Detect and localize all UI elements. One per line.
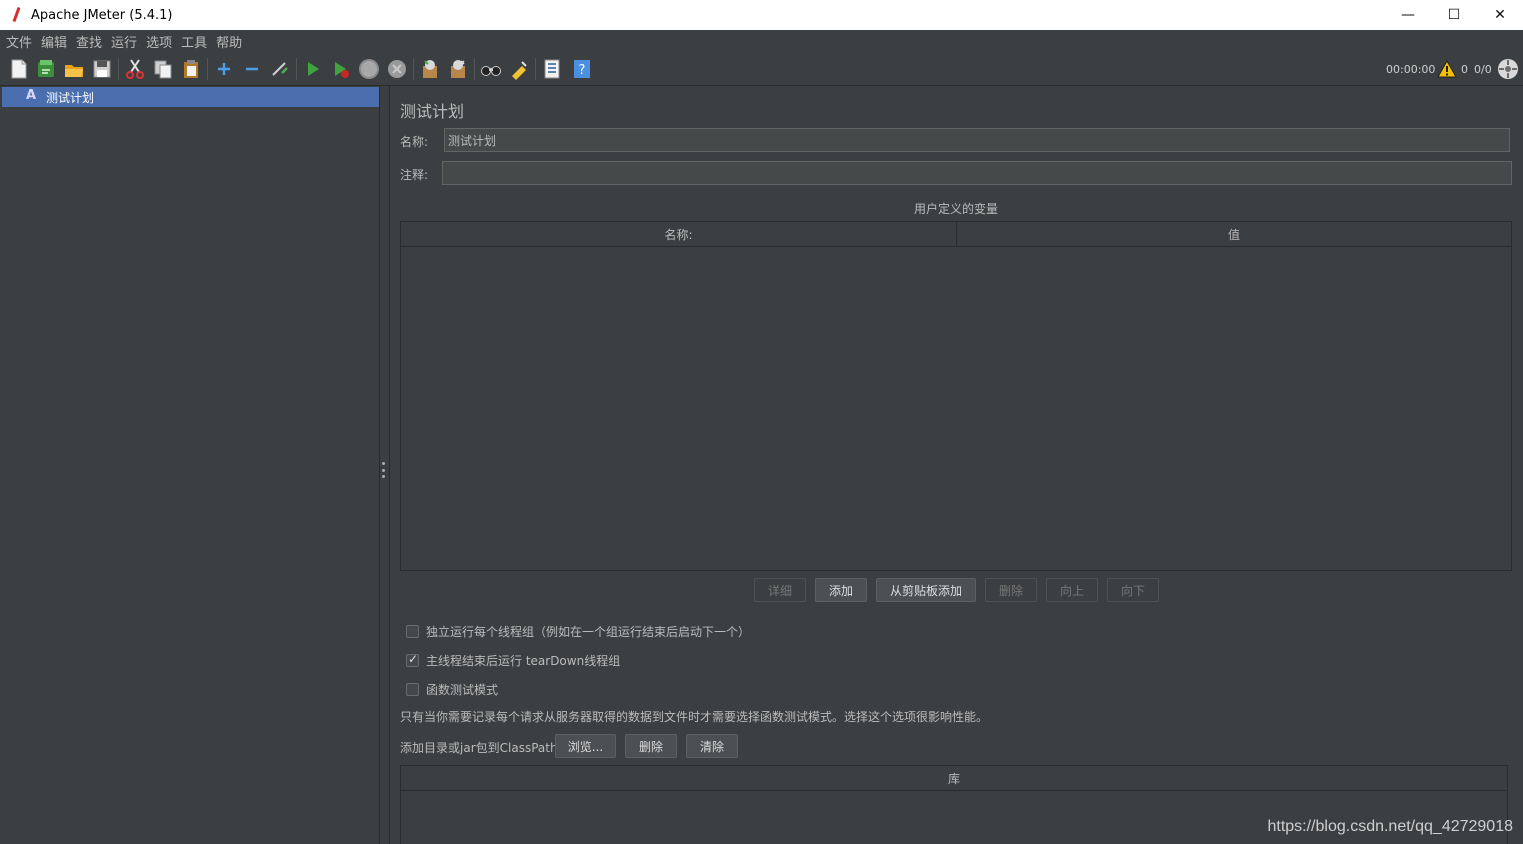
elapsed-timer: 00:00:00	[1386, 62, 1436, 76]
search-icon[interactable]	[480, 58, 502, 80]
clear-all-icon[interactable]	[447, 58, 469, 80]
column-header-name[interactable]: 名称:	[401, 222, 957, 247]
warning-icon[interactable]	[1436, 58, 1458, 80]
serialize-label: 独立运行每个线程组（例如在一个组运行结束后启动下一个）	[426, 625, 751, 639]
functional-mode-checkbox[interactable]	[406, 683, 419, 696]
add-button[interactable]: 添加	[815, 578, 867, 602]
cut-icon[interactable]	[124, 58, 146, 80]
column-header-value[interactable]: 值	[957, 222, 1511, 247]
browse-button[interactable]: 浏览...	[555, 734, 616, 758]
panel-splitter[interactable]	[381, 462, 385, 478]
test-plan-icon	[26, 88, 38, 104]
delete-button[interactable]: 删除	[985, 578, 1037, 602]
toolbar-separator	[474, 58, 475, 80]
functional-mode-note: 只有当你需要记录每个请求从服务器取得的数据到文件时才需要选择函数测试模式。选择这…	[400, 710, 989, 724]
variables-table[interactable]: 名称: 值	[400, 221, 1512, 571]
page-title: 测试计划	[400, 102, 465, 121]
toolbar-separator	[296, 58, 297, 80]
functional-mode-label: 函数测试模式	[426, 683, 499, 697]
minimize-button[interactable]: —	[1385, 0, 1431, 30]
paste-icon[interactable]	[180, 58, 202, 80]
test-plan-editor: 测试计划 名称: 测试计划 注释: 用户定义的变量 名称: 值 详细 添加 从剪…	[389, 86, 1523, 844]
function-helper-icon[interactable]	[541, 58, 563, 80]
serialize-checkbox[interactable]	[406, 625, 419, 638]
active-threads: 0/0	[1474, 62, 1492, 76]
toolbar-separator	[413, 58, 414, 80]
menu-edit[interactable]: 编辑	[41, 32, 67, 51]
menu-run[interactable]: 运行	[111, 32, 137, 51]
column-header-library[interactable]: 库	[401, 766, 1507, 791]
copy-icon[interactable]	[152, 58, 174, 80]
help-icon[interactable]: ?	[571, 58, 593, 80]
close-button[interactable]: ✕	[1477, 0, 1523, 30]
reset-search-icon[interactable]	[508, 58, 530, 80]
collapse-icon[interactable]	[241, 58, 263, 80]
menu-help[interactable]: 帮助	[216, 32, 242, 51]
menu-bar: 文件 编辑 查找 运行 选项 工具 帮助	[0, 30, 1523, 52]
classpath-delete-button[interactable]: 删除	[625, 734, 677, 758]
menu-search[interactable]: 查找	[76, 32, 102, 51]
toolbar: ? 00:00:00 0 0/0	[0, 52, 1523, 86]
teardown-option[interactable]: 主线程结束后运行 tearDown线程组	[406, 652, 620, 669]
new-icon[interactable]	[8, 58, 30, 80]
tree-item-test-plan[interactable]: 测试计划	[2, 87, 379, 107]
test-tree-panel: 测试计划	[0, 86, 380, 844]
watermark: https://blog.csdn.net/qq_42729018	[1267, 818, 1513, 835]
tree-item-label: 测试计划	[46, 90, 95, 105]
move-up-button[interactable]: 向上	[1046, 578, 1098, 602]
detail-button[interactable]: 详细	[754, 578, 806, 602]
add-from-clipboard-button[interactable]: 从剪贴板添加	[876, 578, 976, 602]
window-title: Apache JMeter (5.4.1)	[31, 7, 173, 23]
comment-label: 注释:	[400, 168, 429, 182]
menu-options[interactable]: 选项	[146, 32, 172, 51]
toggle-icon[interactable]	[269, 58, 291, 80]
remote-status-icon[interactable]	[1497, 58, 1519, 80]
maximize-button[interactable]: ☐	[1431, 0, 1477, 30]
functional-mode-option[interactable]: 函数测试模式	[406, 681, 498, 698]
variables-caption: 用户定义的变量	[913, 202, 998, 216]
stop-icon[interactable]	[358, 58, 380, 80]
start-no-pause-icon[interactable]	[330, 58, 352, 80]
expand-icon[interactable]	[213, 58, 235, 80]
svg-text:?: ?	[579, 63, 586, 78]
toolbar-separator	[207, 58, 208, 80]
name-label: 名称:	[400, 135, 429, 149]
move-down-button[interactable]: 向下	[1107, 578, 1159, 602]
menu-tools[interactable]: 工具	[181, 32, 207, 51]
comment-field[interactable]	[442, 161, 1512, 185]
save-icon[interactable]	[91, 58, 113, 80]
serialize-threadgroups-option[interactable]: 独立运行每个线程组（例如在一个组运行结束后启动下一个）	[406, 623, 750, 640]
window-controls: — ☐ ✕	[1385, 0, 1523, 30]
jmeter-feather-icon	[12, 7, 22, 23]
title-bar: Apache JMeter (5.4.1) — ☐ ✕	[0, 0, 1523, 30]
teardown-checkbox[interactable]	[406, 652, 419, 667]
teardown-label: 主线程结束后运行 tearDown线程组	[426, 654, 621, 668]
warning-count: 0	[1461, 62, 1468, 76]
classpath-clear-button[interactable]: 清除	[686, 734, 738, 758]
templates-icon[interactable]	[35, 58, 57, 80]
name-field[interactable]: 测试计划	[444, 128, 1510, 152]
open-icon[interactable]	[63, 58, 85, 80]
toolbar-separator	[118, 58, 119, 80]
clear-icon[interactable]	[419, 58, 441, 80]
classpath-label: 添加目录或jar包到ClassPath	[400, 741, 558, 755]
toolbar-separator	[535, 58, 536, 80]
start-icon[interactable]	[302, 58, 324, 80]
menu-file[interactable]: 文件	[6, 32, 32, 51]
shutdown-icon[interactable]	[386, 58, 408, 80]
